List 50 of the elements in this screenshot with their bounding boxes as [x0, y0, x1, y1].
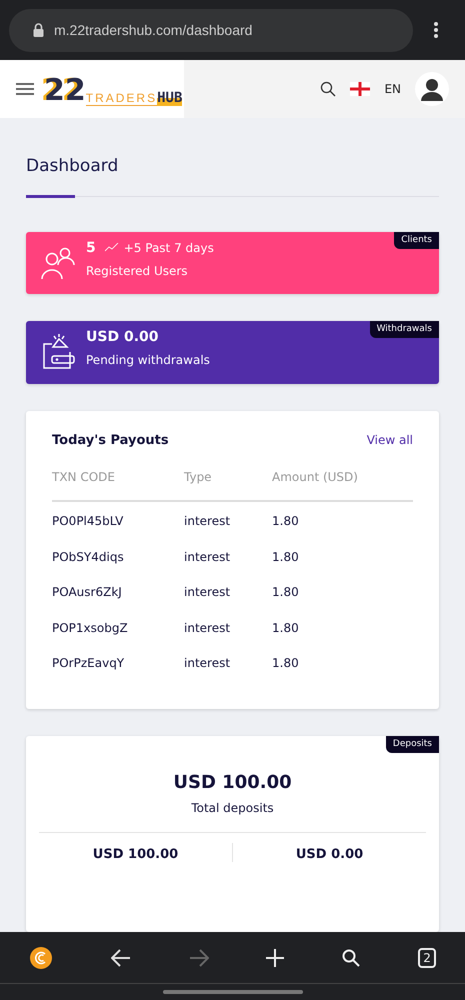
total-value: USD 100.00 [173, 772, 292, 793]
card-title: Today's Payouts [52, 432, 169, 448]
table-cell-text: POP1xsobgZ [52, 620, 129, 635]
url-text: m.22tradershub.com/dashboard [54, 22, 252, 38]
language-label[interactable]: EN [384, 82, 401, 96]
tab-count-button[interactable]: 2 [418, 948, 436, 968]
stat-value: 5 [86, 240, 96, 256]
trend-text: +5 Past 7 days [124, 240, 214, 255]
address-bar[interactable]: m.22tradershub.com/dashboard [9, 8, 413, 52]
table-cell-text: interest [184, 620, 232, 635]
table-cell-text: interest [184, 585, 232, 600]
table-cell: 1.80 [272, 620, 299, 635]
deposit-value: USD 0.00 [296, 847, 364, 862]
stat-label: Registered Users [86, 264, 189, 278]
avatar-icon[interactable] [415, 72, 449, 106]
table-cell-text: interest [184, 514, 232, 528]
menu-icon[interactable] [16, 82, 34, 96]
search-icon[interactable] [320, 81, 336, 97]
back-arrow-icon[interactable] [110, 948, 131, 966]
table-cell: 1.80 [272, 550, 299, 564]
card-tag: Withdrawals [370, 321, 439, 338]
trend-icon [104, 243, 119, 252]
table-cell-text: interest [184, 656, 232, 670]
card-tag: Deposits [386, 736, 439, 753]
table-cell-text: POrPzEavqY [52, 656, 126, 670]
table-cell: 1.80 [272, 585, 299, 600]
search-icon[interactable] [342, 948, 360, 966]
table-cell: 1.80 [272, 656, 299, 670]
page-title: Dashboard [26, 156, 120, 176]
table-cell-text: PObSY4diqs [52, 550, 125, 564]
england-flag-icon[interactable] [350, 82, 370, 96]
view-all-link[interactable]: View all [366, 432, 413, 448]
column-header: Type [184, 470, 213, 484]
deposit-value: USD 100.00 [92, 847, 178, 862]
card-tag: Clients [394, 232, 439, 249]
column-header: TXN CODE [52, 470, 116, 484]
stat-value: USD 0.00 [86, 329, 158, 346]
table-cell-text: POAusr6ZkJ [52, 585, 123, 600]
coin-icon[interactable] [28, 946, 53, 970]
column-header: Amount (USD) [272, 470, 358, 484]
forward-arrow-icon[interactable] [188, 948, 209, 966]
table-cell: 1.80 [272, 514, 299, 528]
stat-label: Pending withdrawals [86, 353, 210, 368]
lock-icon [33, 23, 44, 37]
more-menu-icon[interactable] [433, 21, 439, 39]
total-label: Total deposits [191, 801, 274, 815]
table-cell-text: PO0Pl45bLV [52, 514, 124, 528]
table-cell-text: interest [184, 550, 232, 564]
users-icon [40, 246, 76, 280]
plus-icon[interactable] [266, 948, 284, 966]
